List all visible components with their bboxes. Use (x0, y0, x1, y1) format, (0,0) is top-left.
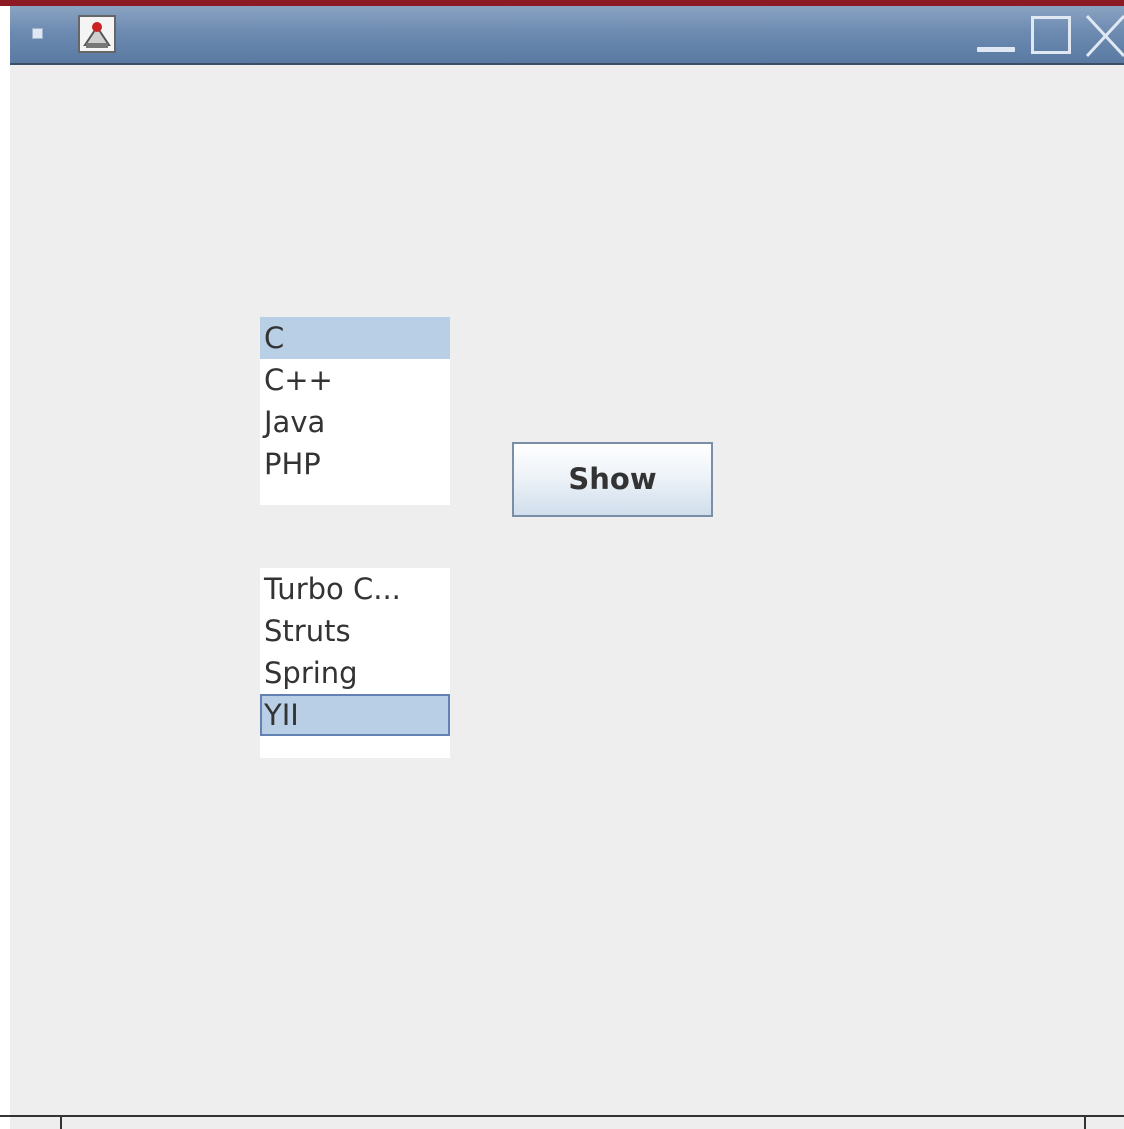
list-item[interactable]: Java (260, 401, 450, 443)
list-item[interactable]: Struts (260, 610, 450, 652)
bottom-panel-divider (60, 1117, 62, 1129)
title-bar[interactable] (10, 6, 1124, 65)
bottom-panel-border (0, 1115, 1124, 1117)
show-button[interactable]: Show (512, 442, 713, 517)
list-item[interactable]: Spring (260, 652, 450, 694)
minimize-icon[interactable] (975, 18, 1017, 54)
list-item[interactable]: Turbo C... (260, 568, 450, 610)
list-item[interactable]: C++ (260, 359, 450, 401)
maximize-icon[interactable] (1031, 16, 1071, 54)
bottom-panel-divider (1084, 1117, 1086, 1129)
list-item[interactable]: C (260, 317, 450, 359)
list-item[interactable]: YII (260, 694, 450, 736)
languages-list[interactable]: C C++ Java PHP (260, 317, 450, 505)
system-menu-icon[interactable] (32, 28, 43, 39)
app-window: C C++ Java PHP Show Turbo C... Struts Sp… (10, 6, 1124, 1129)
close-icon[interactable] (1084, 12, 1124, 58)
java-app-icon (78, 15, 116, 53)
frameworks-list[interactable]: Turbo C... Struts Spring YII (260, 568, 450, 758)
list-item[interactable]: PHP (260, 443, 450, 485)
